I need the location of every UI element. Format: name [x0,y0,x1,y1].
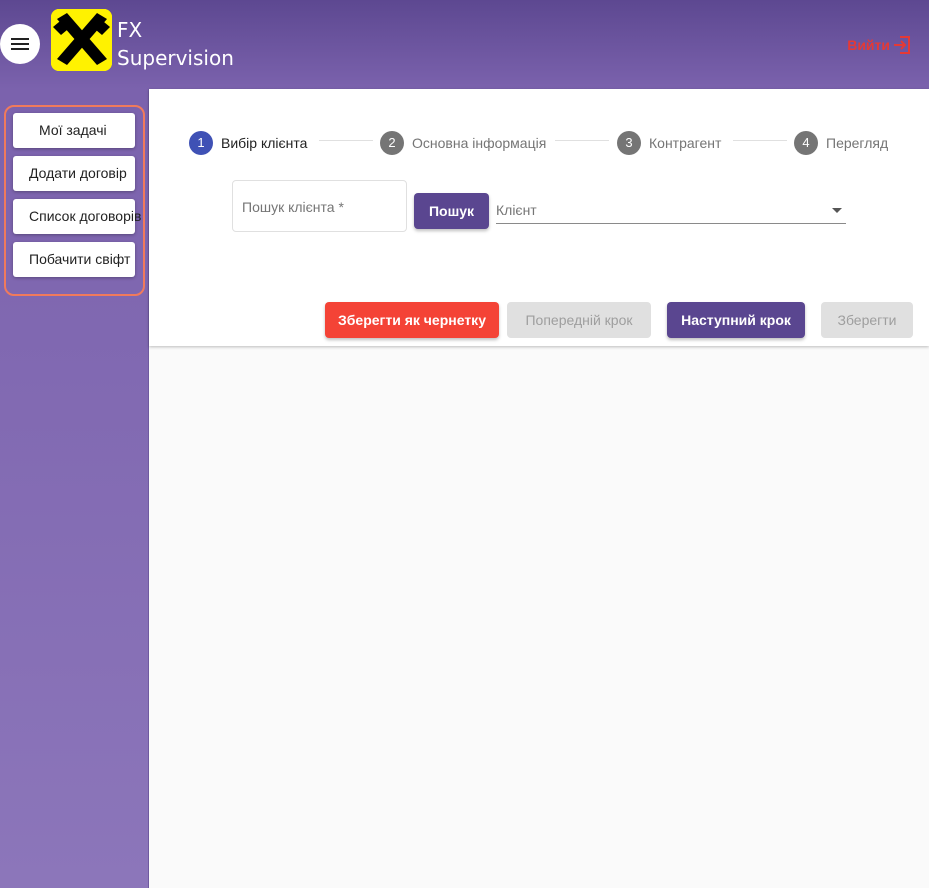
step-number: 4 [794,131,818,155]
logout-label: Вийти [847,37,890,53]
step-label: Контрагент [649,135,722,151]
client-search-placeholder: Пошук клієнта * [242,199,344,215]
client-select[interactable]: Клієнт [496,197,846,224]
step-connector [733,140,787,141]
logout-button[interactable]: Вийти [847,35,912,55]
hamburger-icon [11,38,29,50]
step-label: Основна інформація [412,135,547,151]
previous-step-button[interactable]: Попередній крок [507,302,651,338]
app-title: FX Supervision [117,16,234,72]
save-draft-button[interactable]: Зберегти як чернетку [325,302,499,338]
save-button[interactable]: Зберегти [821,302,913,338]
app-title-line1: FX [117,18,143,42]
sidebar-item-label: Мої задачі [39,122,107,138]
sidebar-item-view-swift[interactable]: Побачити свіфт [13,242,135,277]
step-connector [319,140,373,141]
client-select-placeholder: Клієнт [496,202,537,218]
step-label: Перегляд [826,135,889,151]
dropdown-arrow-icon [832,208,842,213]
sidebar: Мої задачі Додати договір Список договор… [0,89,149,888]
sidebar-item-my-tasks[interactable]: Мої задачі [13,113,135,148]
step-1: 1 Вибір клієнта [189,131,307,155]
logo [51,9,112,71]
search-button[interactable]: Пошук [414,193,489,229]
menu-button[interactable] [0,24,40,64]
step-number: 1 [189,131,213,155]
step-connector [555,140,609,141]
next-step-button[interactable]: Наступний крок [667,302,805,338]
client-search-input[interactable]: Пошук клієнта * [232,180,407,232]
wizard-card: 1 Вибір клієнта 2 Основна інформація 3 К… [149,89,929,346]
step-number: 2 [380,131,404,155]
sidebar-item-label: Список договорів [29,208,142,224]
sidebar-item-label: Побачити свіфт [29,251,131,267]
step-2: 2 Основна інформація [380,131,546,155]
step-3: 3 Контрагент [617,131,721,155]
step-number: 3 [617,131,641,155]
sidebar-item-contract-list[interactable]: Список договорів [13,199,141,234]
sidebar-item-label: Додати договір [29,165,127,181]
app-title-line2: Supervision [117,46,234,70]
step-label: Вибір клієнта [221,135,308,151]
sidebar-item-add-contract[interactable]: Додати договір [13,156,135,191]
step-4: 4 Перегляд [794,131,888,155]
logout-icon [894,36,910,54]
app-header: FX Supervision Вийти [0,0,929,89]
